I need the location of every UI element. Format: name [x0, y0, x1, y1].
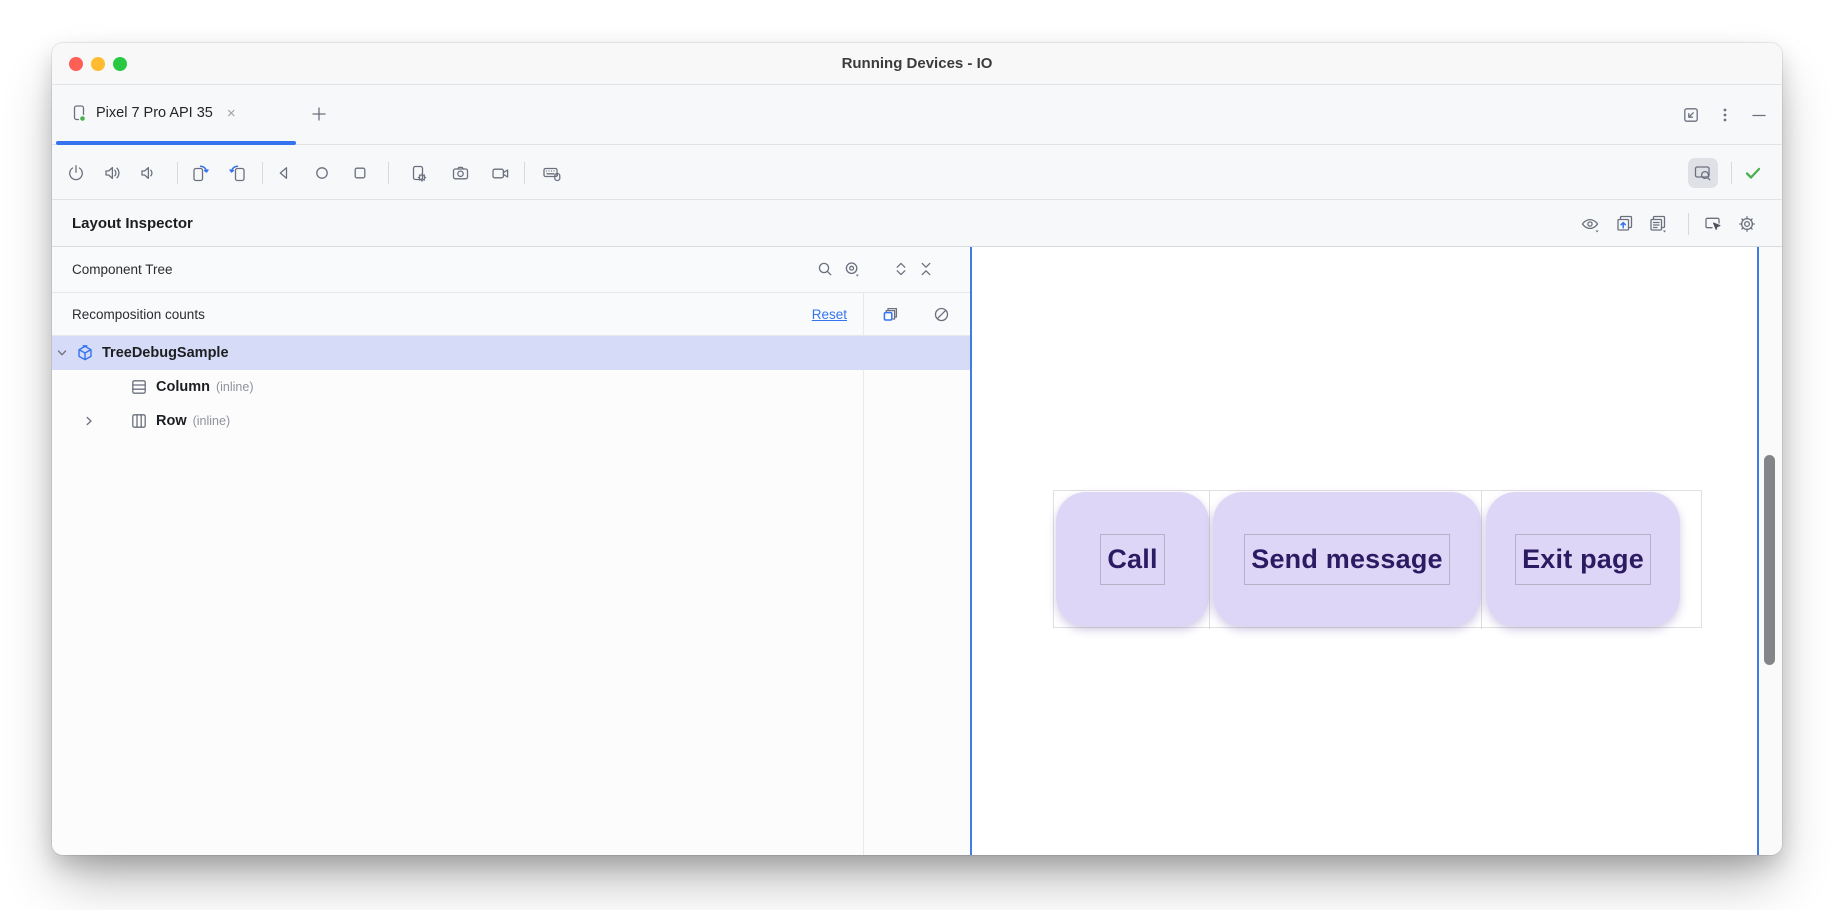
layer-mode-icon[interactable] [1643, 209, 1673, 239]
inspector-content: Component Tree Recomposition co [52, 247, 1782, 855]
device-tab-bar: Pixel 7 Pro API 35 × [52, 85, 1782, 145]
tree-node-name: Column [156, 379, 210, 395]
exit-page-button-label: Exit page [1515, 534, 1651, 585]
button-row-layout-bounds: Call Send message Exit page [1053, 490, 1702, 628]
layout-bounds-line [1481, 491, 1482, 629]
column-layout-icon [130, 378, 148, 396]
component-tree-header: Component Tree [52, 247, 970, 293]
component-tree-panel: Component Tree Recomposition co [52, 247, 970, 855]
phone-device-icon [70, 104, 88, 122]
row-layout-icon [130, 412, 148, 430]
layout-inspector-header: Layout Inspector [52, 200, 1782, 247]
chevron-right-icon[interactable] [82, 414, 96, 428]
running-devices-window: Running Devices - IO Pixel 7 Pro API 35 … [52, 43, 1782, 855]
screenshot-icon[interactable] [445, 158, 475, 188]
device-screen[interactable]: Call Send message Exit page [972, 247, 1757, 855]
screen-record-icon[interactable] [485, 158, 515, 188]
tree-node-name: TreeDebugSample [102, 345, 229, 361]
layout-bounds-line [1209, 491, 1210, 629]
tree-node-suffix: (inline) [216, 380, 254, 394]
volume-down-icon[interactable] [132, 158, 162, 188]
component-tree: TreeDebugSample Column (inline) [52, 336, 970, 438]
tree-node-suffix: (inline) [193, 414, 231, 428]
device-toolbar [52, 145, 1782, 200]
tree-row-treedebugsample[interactable]: TreeDebugSample [52, 336, 970, 370]
call-button[interactable]: Call [1056, 492, 1209, 626]
settings-gear-icon[interactable] [1732, 209, 1762, 239]
layout-inspector-title: Layout Inspector [72, 200, 193, 247]
tree-row-row[interactable]: Row (inline) [52, 404, 970, 438]
call-button-label: Call [1100, 534, 1164, 585]
scrollbar-thumb[interactable] [1764, 455, 1775, 665]
compose-node-icon [76, 344, 94, 362]
tree-row-column[interactable]: Column (inline) [52, 370, 970, 404]
power-icon[interactable] [61, 158, 91, 188]
layout-inspector-toggle-icon[interactable] [1688, 158, 1718, 188]
send-message-button[interactable]: Send message [1213, 492, 1481, 626]
desktop-background: Running Devices - IO Pixel 7 Pro API 35 … [0, 0, 1834, 910]
tree-node-name: Row [156, 413, 187, 429]
overview-icon[interactable] [345, 158, 375, 188]
rotate-left-icon[interactable] [222, 158, 252, 188]
collapse-all-icon[interactable] [912, 255, 940, 283]
send-message-button-label: Send message [1244, 534, 1450, 585]
dock-window-icon[interactable] [1682, 106, 1700, 124]
volume-up-icon[interactable] [97, 158, 127, 188]
export-snapshot-icon[interactable] [1610, 209, 1640, 239]
device-tab-label: Pixel 7 Pro API 35 [96, 105, 213, 121]
highlight-recomposition-icon[interactable] [876, 300, 904, 328]
component-tree-title: Component Tree [72, 247, 173, 293]
minimize-icon[interactable] [1750, 106, 1768, 124]
select-component-icon[interactable] [1698, 209, 1728, 239]
hardware-input-icon[interactable] [537, 158, 567, 188]
reset-counts-link[interactable]: Reset [812, 293, 847, 336]
add-device-tab-button[interactable] [304, 99, 334, 129]
chevron-down-icon[interactable] [55, 346, 69, 360]
window-title: Running Devices - IO [52, 43, 1782, 84]
rotate-right-icon[interactable] [185, 158, 215, 188]
expand-all-icon[interactable] [887, 255, 915, 283]
disable-counts-icon[interactable] [927, 300, 955, 328]
recomposition-counts-label: Recomposition counts [72, 293, 205, 336]
more-options-icon[interactable] [1716, 106, 1734, 124]
tab-close-icon[interactable]: × [227, 105, 236, 122]
recomposition-counts-row: Recomposition counts Reset [52, 293, 970, 336]
back-icon[interactable] [269, 158, 299, 188]
title-bar: Running Devices - IO [52, 43, 1782, 85]
device-tab[interactable]: Pixel 7 Pro API 35 × [56, 85, 246, 141]
device-settings-icon[interactable] [403, 158, 433, 188]
visibility-options-icon[interactable] [1575, 209, 1605, 239]
exit-page-button[interactable]: Exit page [1486, 492, 1680, 626]
connected-check-icon [1738, 158, 1768, 188]
home-icon[interactable] [307, 158, 337, 188]
scrollbar-track[interactable] [1759, 247, 1782, 855]
highlight-eye-icon[interactable] [838, 255, 866, 283]
search-icon[interactable] [811, 255, 839, 283]
